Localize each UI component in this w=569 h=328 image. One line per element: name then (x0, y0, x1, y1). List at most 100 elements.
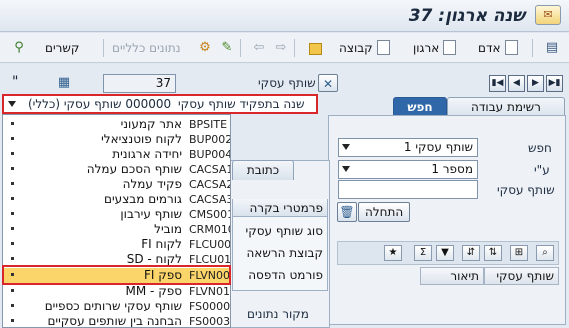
list-item[interactable]: אתר קמעוני BPSITE (3, 117, 230, 132)
last-record-button[interactable]: ▶▮ (546, 75, 563, 92)
role-desc: גורמים מבצעים (104, 192, 182, 206)
role-code: BUP002 (189, 133, 231, 146)
list-item[interactable]: יחידה ארגונית BUP004 (3, 147, 230, 162)
chevron-down-icon (342, 144, 350, 150)
trash-icon[interactable]: 🗑 (337, 202, 357, 222)
app-icon: ✉ (535, 5, 561, 25)
role-dropdown-value[interactable]: 000000 שותף עסקי (כללי) (28, 97, 171, 111)
sort-icon[interactable]: ⇅ (484, 245, 502, 261)
role-code: CACSA3 (189, 193, 231, 206)
person-button[interactable]: אדם (478, 39, 518, 57)
grid-header-bp[interactable]: שותף עסקי (484, 267, 559, 285)
business-partner-field[interactable]: 37 (103, 74, 176, 93)
tab-address[interactable]: כתובת (232, 160, 294, 180)
bp-search-input[interactable] (338, 180, 478, 199)
chevron-down-icon (342, 166, 350, 172)
forward-arrow-icon[interactable]: ⇨ (272, 39, 290, 57)
control-parameters-group: פרמטרי בקרה סוג שותף עסקי קבוצת הרשאה פו… (232, 199, 328, 291)
folder-icon (309, 43, 322, 55)
bp-search-label: שותף עסקי (497, 183, 555, 197)
find-dropdown[interactable]: 1 שותף עסקי (338, 138, 478, 157)
toolbar-separator (532, 39, 533, 57)
toolbar-separator (240, 39, 241, 57)
sum-icon[interactable]: Σ (414, 245, 432, 261)
role-desc: שותף הסכם עמלה (86, 162, 182, 176)
quote-mark: " (12, 74, 19, 90)
bullet-icon (11, 167, 14, 170)
role-desc: מוביל (154, 222, 182, 236)
list-item[interactable]: שותף הסכם עמלה CACSA1 (3, 162, 230, 177)
general-data-button[interactable]: נתונים כלליים (112, 39, 181, 57)
bullet-icon (11, 289, 14, 292)
tab-search[interactable]: חפש (393, 97, 447, 117)
application-toolbar: ▤ אדם ארגון קבוצה ⇨ ⇦ ✎ ⚙ נתונים כלליים … (0, 33, 569, 63)
role-desc: שותף עסקי שרותים כספיים (44, 299, 182, 313)
organization-label: ארגון (413, 41, 440, 55)
by-dropdown[interactable]: 1 מספר (338, 160, 478, 179)
relationship-icon[interactable]: ⚲ (10, 39, 28, 57)
role-desc: יחידה ארגונית (112, 147, 182, 161)
back-arrow-icon[interactable]: ⇦ (250, 39, 268, 57)
sort-desc-icon[interactable]: ⇵ (462, 245, 480, 261)
filter-icon[interactable]: ▼ (436, 245, 454, 261)
grid-header-desc[interactable]: תיאור (420, 267, 484, 285)
close-partner-icon[interactable]: ✕ (318, 74, 338, 92)
start-button[interactable]: התחלה (358, 202, 411, 222)
edit-toggle-icon[interactable]: ✎ (218, 39, 236, 57)
data-source-label: מקור נתונים (247, 307, 309, 321)
list-item[interactable]: לקוח פוטנציאלי BUP002 (3, 132, 230, 147)
by-label: ע"י (534, 163, 550, 177)
bullet-icon (11, 227, 14, 230)
group-label: קבוצה (339, 41, 373, 55)
list-item[interactable]: ספק - MM FLVN01 (3, 284, 230, 299)
person-label: אדם (478, 41, 501, 55)
grid-header-bp-label: שותף עסקי (496, 269, 554, 283)
window-title: שנה ארגון: 37 (408, 6, 525, 26)
list-item[interactable]: הבחנה בין שותפים עסקיים FS0003 (3, 314, 231, 328)
first-record-button[interactable]: ▮◀ (489, 75, 506, 92)
calendar-icon[interactable]: ▦ (55, 74, 73, 92)
add-icon[interactable]: ★ (384, 245, 402, 261)
role-code: CACSA2 (189, 178, 231, 191)
open-folder-button[interactable] (305, 39, 322, 57)
role-desc: לקוח פוטנציאלי (101, 132, 182, 146)
previous-record-button[interactable]: ◀ (508, 75, 525, 92)
control-parameters-title: פרמטרי בקרה (233, 199, 327, 217)
find-icon[interactable]: ⌕ (536, 245, 554, 261)
details-icon[interactable]: ⊞ (510, 245, 528, 261)
list-item[interactable]: שותף עירבון CMS001 (3, 207, 230, 222)
business-partner-label: שותף עסקי (258, 76, 316, 90)
role-desc: ספק - MM (125, 284, 182, 298)
general-data-label: נתונים כלליים (112, 41, 181, 55)
relations-button[interactable]: קשרים (45, 39, 79, 57)
organization-button[interactable]: ארגון (413, 39, 457, 57)
find-value: 1 שותף עסקי (403, 140, 473, 154)
role-code: FLCU00 (189, 238, 231, 251)
title-bar: שנה ארגון: 37 ✉ (0, 0, 569, 32)
document-icon (376, 40, 390, 55)
list-item[interactable]: לקוח FI FLCU00 (3, 237, 230, 252)
list-item[interactable]: גורמים מבצעים CACSA3 (3, 192, 230, 207)
tab-worklist[interactable]: רשימת עבודה (447, 97, 565, 117)
settings-icon[interactable]: ⚙ (196, 39, 214, 57)
by-value: 1 מספר (431, 162, 473, 176)
grid-toolbar: ⌕ ⊞ ⇅ ⇵ ▼ Σ ★ (337, 241, 559, 265)
next-record-button[interactable]: ▶ (527, 75, 544, 92)
role-desc: לקוח FI (141, 237, 182, 251)
chevron-down-icon[interactable] (8, 101, 16, 107)
list-item[interactable]: פקיד עמלה CACSA2 (3, 177, 230, 192)
menu-icon[interactable]: ▤ (543, 39, 561, 57)
list-item[interactable]: שותף עסקי שרותים כספיים FS0000 (3, 299, 230, 314)
list-item[interactable]: מוביל CRM010 (3, 222, 230, 237)
print-format-label: פורמט הדפסה (248, 268, 323, 282)
document-icon (443, 40, 457, 55)
role-list: אתר קמעוני BPSITE לקוח פוטנציאלי BUP002 יח… (2, 114, 231, 328)
role-code: CMS001 (189, 208, 231, 221)
group-button[interactable]: קבוצה (339, 39, 390, 57)
toolbar-separator (103, 39, 104, 57)
bullet-icon (11, 137, 14, 140)
bullet-icon (11, 182, 14, 185)
role-code: FS0003 (189, 315, 231, 328)
bullet-icon (11, 304, 14, 307)
role-desc: אתר קמעוני (120, 117, 182, 131)
